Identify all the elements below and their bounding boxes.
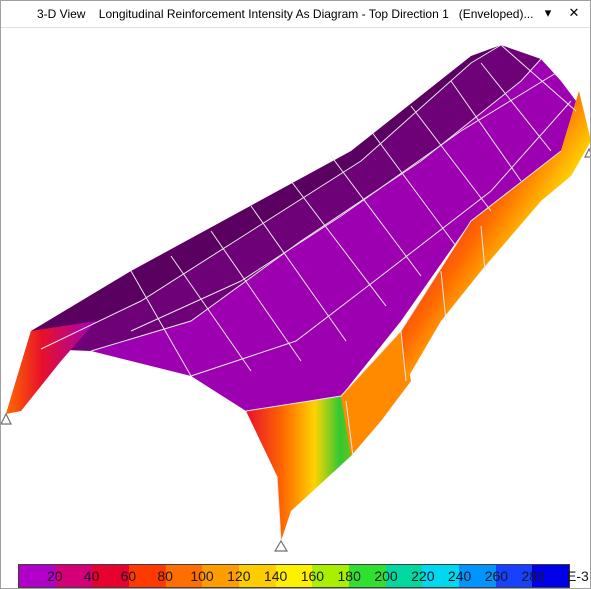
- legend-tick-label: 240: [447, 568, 472, 584]
- legend-tick-label: 180: [337, 568, 361, 584]
- left-edge-band: [6, 321, 96, 414]
- legend-tick-label: 80: [157, 568, 173, 584]
- legend-tick-label: 260: [484, 568, 509, 584]
- legend-tick-label: 220: [411, 568, 435, 584]
- view-window: 3-D View Longitudinal Reinforcement Inte…: [0, 0, 591, 589]
- shell-model-drawing: [1, 44, 590, 552]
- legend-tick-label: 60: [120, 568, 137, 584]
- title-bar[interactable]: 3-D View Longitudinal Reinforcement Inte…: [1, 1, 590, 28]
- model-viewport[interactable]: [1, 28, 590, 558]
- legend-tick-label: 40: [83, 568, 100, 584]
- window-title: 3-D View Longitudinal Reinforcement Inte…: [37, 7, 534, 21]
- legend-unit-label: E-3: [567, 568, 589, 584]
- close-icon[interactable]: ✕: [563, 3, 585, 23]
- legend-tick-label: 200: [374, 568, 398, 584]
- legend-tick-label: 100: [190, 568, 214, 584]
- legend-tick-label: 20: [47, 568, 63, 584]
- color-legend: 20 40 60 80 100 120 140 160 180 200 220 240 260 280 E…: [18, 564, 590, 588]
- legend-labels: 20 40 60 80 100 120 140 160 180 200 220 240 260 280: [18, 564, 570, 588]
- chevron-down-icon[interactable]: ▾: [537, 3, 559, 23]
- legend-tick-label: 160: [300, 568, 325, 584]
- legend-tick-label: 280: [521, 568, 545, 584]
- legend-tick-label: 120: [227, 568, 251, 584]
- legend-tick-label: 140: [263, 568, 288, 584]
